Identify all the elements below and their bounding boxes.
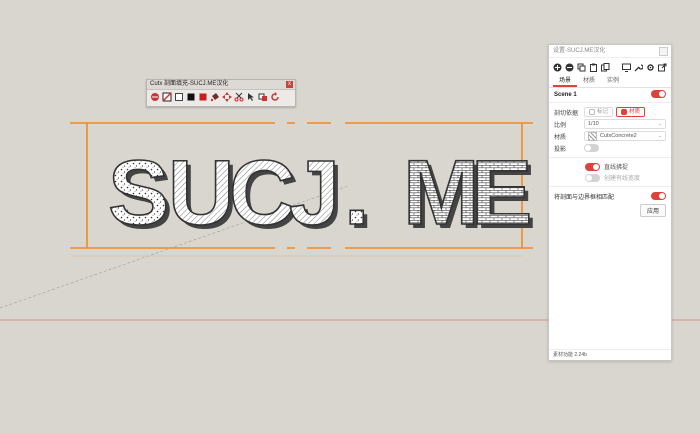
scene-toggle[interactable]: [651, 90, 666, 98]
material-row: 材质 CutxConcrete2 ⌄: [549, 130, 671, 142]
toolbar-title: Cutx 剖面填充-SUCJ.ME汉化 x: [147, 80, 295, 90]
black-square-icon[interactable]: [186, 92, 196, 102]
svg-text:S: S: [108, 142, 175, 244]
apply-wrap: 应用: [549, 202, 671, 219]
paste-icon[interactable]: [589, 63, 598, 72]
divider: [549, 157, 671, 158]
clip-row: 将剖面与边界框相匹配: [549, 190, 671, 202]
panel-footer: 素材功能 2.24b: [553, 352, 587, 358]
projection-toggle[interactable]: [584, 144, 599, 152]
chevron-down-icon: ⌄: [657, 121, 662, 127]
cut-basis-label: 剖切依据: [554, 110, 579, 117]
scale-select[interactable]: 1/10 ⌄: [584, 119, 666, 129]
tab-material[interactable]: 材质: [577, 76, 601, 87]
settings-icon[interactable]: [646, 63, 655, 72]
close-icon[interactable]: [659, 47, 668, 56]
toolbar-title-text: Cutx 剖面填充-SUCJ.ME汉化: [150, 81, 229, 87]
scene-row: Scene 1: [549, 88, 671, 103]
material-select[interactable]: CutxConcrete2 ⌄: [584, 131, 666, 141]
red-square-icon[interactable]: [198, 92, 208, 102]
line-weight-toggle[interactable]: [585, 162, 600, 171]
divider: [549, 186, 671, 187]
copy-icon[interactable]: [577, 63, 586, 72]
remove-icon[interactable]: [565, 63, 574, 72]
svg-text:E: E: [471, 142, 538, 244]
cut-basis-tag-option[interactable]: 标记: [584, 107, 614, 117]
svg-text:.: .: [344, 142, 376, 244]
cut-basis-material-option[interactable]: 材质: [616, 107, 646, 117]
move-arrows-icon[interactable]: [222, 92, 232, 102]
svg-text:J: J: [289, 142, 346, 244]
tab-scene[interactable]: 场景: [553, 76, 578, 87]
add-icon[interactable]: [553, 63, 562, 72]
cutx-toolbar: Cutx 剖面填充-SUCJ.ME汉化 x: [146, 79, 296, 107]
cut-basis-material-label: 材质: [629, 109, 641, 115]
wrench-icon[interactable]: [634, 63, 643, 72]
rotate-icon[interactable]: [258, 92, 268, 102]
projection-label: 投影: [554, 146, 567, 153]
chevron-down-icon: ⌄: [657, 133, 662, 139]
material-label: 材质: [554, 134, 567, 141]
line-weight-label: 直线拂捉: [604, 165, 629, 171]
scissors-icon[interactable]: [234, 92, 244, 102]
projection-row: 投影: [549, 142, 671, 154]
panel-icon-bar: [549, 58, 671, 76]
paint-bucket-icon[interactable]: [210, 92, 220, 102]
cut-basis-row: 剖切依据 标记 材质: [549, 106, 671, 118]
panel-title-bar: 设置-SUCJ.ME汉化: [549, 45, 671, 58]
divider: [549, 349, 671, 350]
apply-button[interactable]: 应用: [639, 204, 666, 217]
cursor-select-icon[interactable]: [246, 92, 256, 102]
hatch-fill-icon[interactable]: [150, 92, 160, 102]
close-icon[interactable]: x: [286, 81, 293, 88]
scene-name: Scene 1: [554, 92, 577, 98]
toolbar-buttons: [147, 90, 295, 104]
edge-width-row: 创建有线宽度: [549, 172, 671, 183]
cut-basis-tag-label: 标记: [597, 109, 609, 115]
cut-basis-options: 标记 材质: [584, 107, 646, 117]
settings-panel: 设置-SUCJ.ME汉化 场景 材质 实例 Scene 1 剖切依据 标记 材质…: [548, 44, 672, 361]
white-square-icon[interactable]: [174, 92, 184, 102]
clip-label: 将剖面与边界框相匹配: [554, 194, 615, 201]
tab-instance[interactable]: 实例: [601, 76, 625, 87]
radio-dot: [589, 109, 595, 115]
refresh-icon[interactable]: [270, 92, 280, 102]
scale-value: 1/10: [588, 121, 599, 127]
external-link-icon[interactable]: [658, 63, 667, 72]
clip-toggle[interactable]: [651, 192, 666, 200]
monitor-icon[interactable]: [622, 63, 631, 72]
hatched-3d-text: S S U U C C J J . . M M E E: [107, 141, 538, 248]
line-weight-row: 直线拂捉: [549, 161, 671, 172]
scale-row: 比例 1/10 ⌄: [549, 118, 671, 130]
material-value: CutxConcrete2: [600, 133, 637, 139]
edge-width-toggle[interactable]: [585, 173, 600, 182]
radio-dot: [621, 109, 628, 115]
material-swatch: [588, 131, 597, 141]
panel-tabs: 场景 材质 实例: [549, 76, 671, 88]
duplicate-icon[interactable]: [601, 62, 610, 72]
edge-width-label: 创建有线宽度: [604, 176, 641, 182]
panel-title: 设置-SUCJ.ME汉化: [553, 48, 606, 54]
section-toggle-icon[interactable]: [162, 92, 172, 102]
scale-label: 比例: [554, 122, 567, 129]
